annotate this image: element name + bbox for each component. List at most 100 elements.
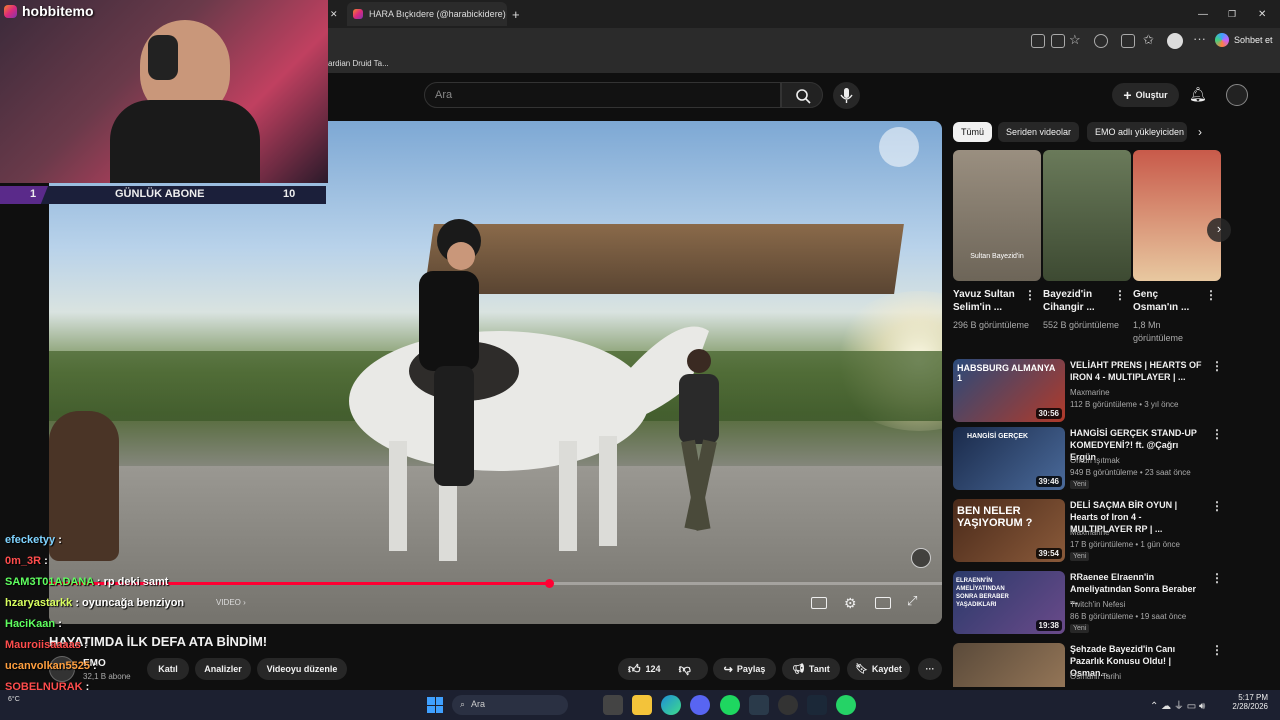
favorite-star-icon[interactable]: ☆ bbox=[1069, 32, 1081, 48]
search-input[interactable]: Ara bbox=[424, 82, 781, 108]
short-thumbnail-1[interactable]: Sultan Bayezid'in bbox=[953, 150, 1041, 281]
short-title-3[interactable]: Genç Osman'ın ... bbox=[1133, 288, 1205, 314]
instagram-icon bbox=[4, 4, 17, 18]
promote-button[interactable]: 📢︎ Tanıt bbox=[782, 658, 840, 680]
short-caption: Sultan Bayezid'in bbox=[970, 253, 1024, 260]
more-actions-button[interactable]: ··· bbox=[918, 658, 942, 680]
chip-series[interactable]: Seriden videolar bbox=[998, 122, 1080, 142]
recommendation-item[interactable]: HANGİSİ GERÇEK 39:46 HANGİSİ GERÇEK STAN… bbox=[953, 427, 1273, 491]
recommendation-item[interactable]: Şehzade Bayezid'in Canı Pazarlık Konusu … bbox=[953, 643, 1273, 687]
more-menu-icon[interactable]: ··· bbox=[1193, 31, 1206, 46]
copilot-chat-button[interactable]: Sohbet et bbox=[1215, 33, 1273, 47]
edit-video-button[interactable]: Videoyu düzenle bbox=[257, 658, 347, 680]
fullscreen-icon[interactable]: ⤢ bbox=[907, 593, 917, 609]
bookmark-item[interactable]: ardian Druid Ta... bbox=[328, 59, 389, 68]
person-walking bbox=[679, 349, 719, 531]
task-view-icon[interactable] bbox=[603, 695, 623, 715]
voice-search-button[interactable] bbox=[833, 82, 860, 109]
minimize-icon[interactable]: — bbox=[1198, 2, 1212, 26]
new-badge: Yeni bbox=[1070, 480, 1090, 489]
short-menu-icon-3[interactable]: ⋮ bbox=[1205, 288, 1217, 302]
close-tab-icon[interactable]: ✕ bbox=[330, 2, 346, 26]
recommendation-item[interactable]: BEN NELER YAŞIYORUM ? 39:54 DELİ SAÇMA B… bbox=[953, 499, 1273, 563]
short-menu-icon-2[interactable]: ⋮ bbox=[1114, 288, 1126, 302]
create-button[interactable]: + Oluştur bbox=[1112, 83, 1179, 107]
translate-icon[interactable] bbox=[1031, 34, 1045, 48]
recommendation-menu-icon[interactable]: ⋮ bbox=[1211, 427, 1223, 441]
chat-message: efecketyy : bbox=[5, 534, 62, 546]
short-title-1[interactable]: Yavuz Sultan Selim'in ... bbox=[953, 288, 1025, 314]
settings-gear-icon[interactable]: ⚙ bbox=[844, 595, 857, 612]
thumbs-up-icon[interactable]: 👍︎ bbox=[628, 662, 641, 677]
recommendation-menu-icon[interactable]: ⋮ bbox=[1211, 643, 1223, 657]
join-button[interactable]: Katıl bbox=[147, 658, 189, 680]
obs-icon[interactable] bbox=[778, 695, 798, 715]
terminal-icon[interactable] bbox=[749, 695, 769, 715]
share-button[interactable]: ↪ Paylaş bbox=[713, 658, 776, 680]
thumbs-down-icon[interactable]: 👎︎ bbox=[679, 662, 691, 677]
recommendation-menu-icon[interactable]: ⋮ bbox=[1211, 571, 1223, 585]
thumbnail-text: ELRAENN'İN AMELİYATINDAN SONRA BERABER Y… bbox=[956, 578, 1009, 608]
discord-icon[interactable] bbox=[690, 695, 710, 715]
chip-uploader[interactable]: EMO adlı yükleyiciden bbox=[1087, 122, 1187, 142]
file-explorer-icon[interactable] bbox=[632, 695, 652, 715]
edge-icon[interactable] bbox=[661, 695, 681, 715]
recommendation-menu-icon[interactable]: ⋮ bbox=[1211, 359, 1223, 373]
create-label: Oluştur bbox=[1135, 90, 1168, 100]
chat-username: 0m_3R bbox=[5, 555, 42, 567]
restore-icon[interactable]: ❐ bbox=[1228, 2, 1242, 26]
grid-icon[interactable] bbox=[1051, 34, 1065, 48]
short-thumbnail-2[interactable] bbox=[1043, 150, 1131, 281]
tray-icons[interactable]: ⌃ ☁ ⏚ ▭ 🔊︎ bbox=[1150, 697, 1205, 712]
chips-next-arrow-icon[interactable]: › bbox=[1198, 125, 1202, 139]
short-title-2[interactable]: Bayezid'in Cihangir ... bbox=[1043, 288, 1115, 314]
short-views-1: 296 B görüntüleme bbox=[953, 320, 1030, 330]
spotify-icon[interactable] bbox=[720, 695, 740, 715]
player-branding-icon[interactable] bbox=[911, 548, 931, 568]
recommendation-channel: Maxmarine bbox=[1070, 528, 1110, 537]
analytics-button[interactable]: Analizler bbox=[195, 658, 251, 680]
chat-text: : bbox=[90, 660, 97, 672]
recommendation-item[interactable]: HABSBURG ALMANYA 1 30:56 VELİAHT PRENS |… bbox=[953, 359, 1273, 423]
whatsapp-icon[interactable] bbox=[836, 695, 856, 715]
overlay-video-text: VIDEO bbox=[216, 598, 241, 607]
subtitles-icon[interactable] bbox=[811, 597, 827, 609]
subscriber-count: 32,1 B abone bbox=[83, 672, 131, 681]
recommendation-thumbnail: HANGİSİ GERÇEK 39:46 bbox=[953, 427, 1065, 490]
short-menu-icon-1[interactable]: ⋮ bbox=[1024, 288, 1036, 302]
progress-track[interactable] bbox=[49, 582, 942, 585]
weather-widget[interactable]: 6°C bbox=[8, 696, 20, 703]
plus-icon: + bbox=[1123, 87, 1132, 103]
taskbar-search[interactable]: ⌕ Ara bbox=[452, 695, 568, 715]
stream-brand-name: hobbitemo bbox=[22, 3, 94, 19]
instagram-icon bbox=[353, 9, 363, 19]
recommendation-channel: Maxmarine bbox=[1070, 388, 1110, 397]
performance-icon[interactable] bbox=[1121, 34, 1135, 48]
recommendation-item[interactable]: ELRAENN'İN AMELİYATINDAN SONRA BERABER Y… bbox=[953, 571, 1273, 635]
clock[interactable]: 5:17 PM 2/28/2026 bbox=[1230, 693, 1268, 711]
chat-message: hzaryastarkk : oyuncağa benziyon bbox=[5, 597, 184, 609]
account-avatar[interactable] bbox=[1226, 84, 1248, 106]
overlay-video-label[interactable]: VIDEO › bbox=[216, 598, 246, 607]
collections-icon[interactable]: ✩ bbox=[1143, 32, 1154, 48]
streamer-webcam: hobbitemo bbox=[0, 0, 328, 183]
extensions-icon[interactable] bbox=[1094, 34, 1108, 48]
like-count[interactable]: 124 bbox=[646, 664, 661, 674]
steam-icon[interactable] bbox=[807, 695, 827, 715]
active-tab[interactable]: HARA Bıçkıdere (@harabickidere) bbox=[347, 2, 507, 26]
streamer-body bbox=[110, 100, 260, 183]
close-window-icon[interactable]: ✕ bbox=[1258, 2, 1272, 26]
miniplayer-icon[interactable] bbox=[875, 597, 891, 609]
recommendation-meta: 17 B görüntüleme • 1 gün önce bbox=[1070, 540, 1180, 549]
search-button[interactable] bbox=[781, 82, 823, 108]
short-thumbnail-3[interactable] bbox=[1133, 150, 1221, 281]
shorts-next-arrow-icon[interactable]: › bbox=[1207, 218, 1231, 242]
progress-scrubber[interactable] bbox=[545, 579, 555, 588]
recommendation-menu-icon[interactable]: ⋮ bbox=[1211, 499, 1223, 513]
save-button[interactable]: 🔖︎ Kaydet bbox=[847, 658, 910, 680]
new-tab-button[interactable]: + bbox=[512, 2, 526, 26]
profile-avatar[interactable] bbox=[1167, 33, 1183, 49]
start-button[interactable] bbox=[425, 695, 445, 715]
notifications-bell-icon[interactable]: 🔔︎ bbox=[1189, 86, 1207, 103]
chip-all[interactable]: Tümü bbox=[953, 122, 993, 142]
